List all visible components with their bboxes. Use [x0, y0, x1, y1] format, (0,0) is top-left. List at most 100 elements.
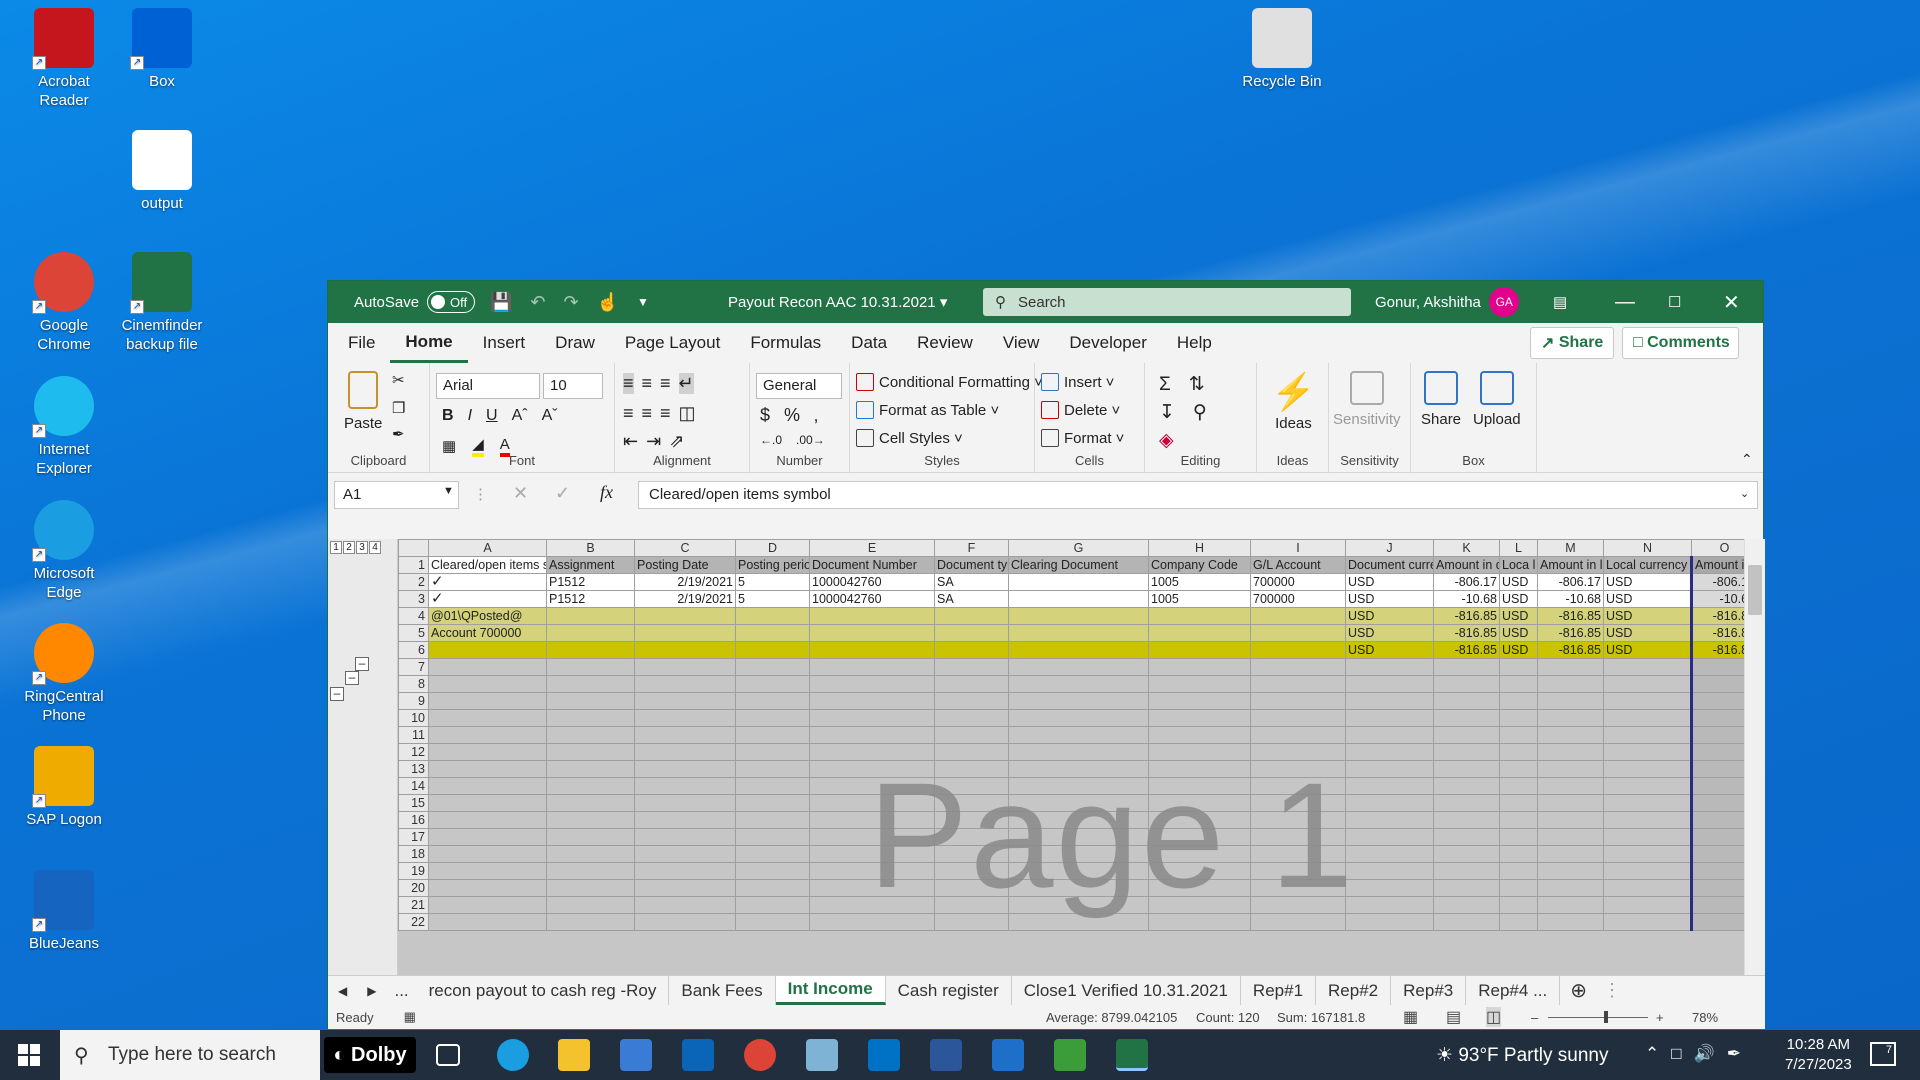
- cell[interactable]: 2/19/2021: [634, 573, 736, 591]
- desktop-icon[interactable]: ↗ Google Chrome: [14, 252, 114, 354]
- cell[interactable]: [1008, 879, 1149, 897]
- cell[interactable]: [809, 624, 935, 642]
- cell[interactable]: [1433, 913, 1500, 931]
- name-box[interactable]: A1: [334, 481, 459, 509]
- column-header[interactable]: I: [1250, 539, 1346, 557]
- zoom-slider[interactable]: [1548, 1017, 1648, 1018]
- shrink-font-icon[interactable]: Aˇ: [542, 407, 558, 425]
- cell[interactable]: Amount in loc.curr.2: [1690, 556, 1744, 574]
- name-box-dropdown-icon[interactable]: ▼: [443, 485, 454, 497]
- cell[interactable]: G/L Account: [1250, 556, 1346, 574]
- cell[interactable]: [1499, 879, 1538, 897]
- outline-level-button[interactable]: 1: [330, 541, 342, 554]
- task-view-icon[interactable]: [436, 1044, 460, 1066]
- cell[interactable]: [546, 692, 635, 710]
- cell[interactable]: [735, 879, 810, 897]
- volume-icon[interactable]: 🔊: [1694, 1044, 1715, 1064]
- minimize-icon[interactable]: —: [1615, 281, 1635, 323]
- cell[interactable]: [1008, 862, 1149, 880]
- outline-level-button[interactable]: 2: [343, 541, 355, 554]
- cell[interactable]: [634, 692, 736, 710]
- column-header[interactable]: F: [934, 539, 1009, 557]
- insert-cells-button[interactable]: Insert ˅: [1041, 373, 1114, 391]
- row-header[interactable]: 1: [398, 556, 429, 574]
- desktop-icon[interactable]: ↗ RingCentral Phone: [14, 623, 114, 725]
- edge-taskbar-icon[interactable]: [497, 1039, 529, 1071]
- cell[interactable]: USD: [1499, 624, 1538, 642]
- find-select-icon[interactable]: ⚲: [1193, 401, 1207, 424]
- collapse-level-1-icon[interactable]: –: [330, 687, 344, 701]
- row-header[interactable]: 16: [398, 811, 429, 829]
- add-sheet-icon[interactable]: ⊕: [1560, 978, 1597, 1003]
- cell[interactable]: [1603, 658, 1692, 676]
- column-header[interactable]: N: [1603, 539, 1692, 557]
- cell[interactable]: P1512: [546, 573, 635, 591]
- cell[interactable]: [1499, 726, 1538, 744]
- align-middle-icon[interactable]: ≡: [642, 373, 653, 394]
- cell[interactable]: [1250, 607, 1346, 625]
- status-average[interactable]: Average: 8799.042105: [1046, 1010, 1177, 1025]
- cell[interactable]: [1250, 692, 1346, 710]
- cell[interactable]: [1499, 913, 1538, 931]
- menu-view[interactable]: View: [988, 323, 1055, 363]
- cell[interactable]: [934, 675, 1009, 693]
- cell[interactable]: [1537, 811, 1604, 829]
- cell[interactable]: [634, 777, 736, 795]
- cell[interactable]: [1603, 811, 1692, 829]
- cell[interactable]: [1690, 743, 1744, 761]
- cell[interactable]: [934, 845, 1009, 863]
- menu-page-layout[interactable]: Page Layout: [610, 323, 735, 363]
- formula-input[interactable]: Cleared/open items symbol: [638, 481, 1758, 509]
- cell[interactable]: [1433, 828, 1500, 846]
- row-header[interactable]: 3: [398, 590, 429, 608]
- cell[interactable]: [428, 675, 547, 693]
- cell[interactable]: USD: [1603, 573, 1692, 591]
- cell[interactable]: [1148, 675, 1251, 693]
- cell[interactable]: Company Code: [1148, 556, 1251, 574]
- cell[interactable]: [428, 896, 547, 914]
- cell[interactable]: [1250, 794, 1346, 812]
- autosave-toggle[interactable]: Off: [427, 291, 476, 313]
- ideas-button[interactable]: ⚡ Ideas: [1271, 371, 1316, 432]
- cell[interactable]: [1537, 709, 1604, 727]
- tab-splitter-icon[interactable]: ⋮: [1597, 980, 1627, 1001]
- cell[interactable]: [634, 743, 736, 761]
- cell[interactable]: [1499, 692, 1538, 710]
- cell[interactable]: [1690, 692, 1744, 710]
- cell[interactable]: [1345, 811, 1434, 829]
- cell[interactable]: [1008, 658, 1149, 676]
- cell[interactable]: [1345, 879, 1434, 897]
- align-left-icon[interactable]: ≡: [623, 403, 634, 424]
- autosave[interactable]: AutoSave Off: [354, 281, 476, 323]
- cell[interactable]: 1005: [1148, 590, 1251, 608]
- cell[interactable]: [428, 879, 547, 897]
- desktop-icon[interactable]: Recycle Bin: [1232, 8, 1332, 91]
- cell[interactable]: [809, 607, 935, 625]
- cell[interactable]: [1537, 743, 1604, 761]
- user-name[interactable]: Gonur, Akshitha GA: [1375, 281, 1520, 323]
- cell[interactable]: [1499, 845, 1538, 863]
- cell[interactable]: [1250, 879, 1346, 897]
- cell[interactable]: [1433, 675, 1500, 693]
- cell[interactable]: [1345, 828, 1434, 846]
- decrease-indent-icon[interactable]: ⇤: [623, 431, 638, 452]
- cell[interactable]: [1008, 913, 1149, 931]
- cell[interactable]: [1148, 692, 1251, 710]
- row-header[interactable]: 18: [398, 845, 429, 863]
- currency-icon[interactable]: $: [760, 405, 770, 426]
- cell[interactable]: [1499, 828, 1538, 846]
- cell[interactable]: [1433, 709, 1500, 727]
- cell[interactable]: [1345, 794, 1434, 812]
- cell[interactable]: [428, 845, 547, 863]
- cell[interactable]: [1499, 811, 1538, 829]
- cell[interactable]: [428, 692, 547, 710]
- cell[interactable]: [1345, 743, 1434, 761]
- status-sum[interactable]: Sum: 167181.8: [1277, 1010, 1365, 1025]
- underline-icon[interactable]: U: [486, 407, 498, 425]
- cell[interactable]: [634, 828, 736, 846]
- cell[interactable]: [1345, 692, 1434, 710]
- cell[interactable]: -806.17: [1433, 573, 1500, 591]
- row-header[interactable]: 11: [398, 726, 429, 744]
- row-header[interactable]: 22: [398, 913, 429, 931]
- file-explorer-icon[interactable]: [558, 1039, 590, 1071]
